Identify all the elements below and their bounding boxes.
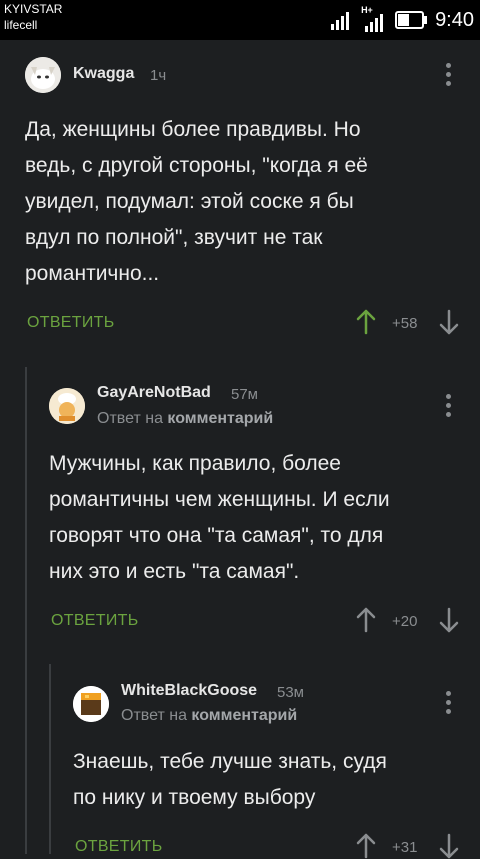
clock: 9:40 xyxy=(435,8,474,31)
block-avatar-icon xyxy=(73,686,109,722)
score: +20 xyxy=(392,613,418,630)
reply-to-line: Ответ на комментарий xyxy=(97,410,273,428)
body-line: говорят что она "та самая", то для xyxy=(49,524,384,547)
reply-button[interactable]: ОТВЕТИТЬ xyxy=(27,314,115,332)
comment-time: 53м xyxy=(277,684,304,701)
body-line: романтичны чем женщины. И если xyxy=(49,488,390,511)
reply-to-line: Ответ на комментарий xyxy=(121,707,297,725)
battery-icon xyxy=(395,11,428,29)
score: +31 xyxy=(392,839,418,856)
author-name[interactable]: GayAreNotBad xyxy=(97,384,211,402)
downvote-arrow-icon[interactable] xyxy=(438,607,460,633)
carrier-name-1: KYIVSTAR xyxy=(4,2,63,16)
reply-to-link[interactable]: комментарий xyxy=(191,707,297,724)
more-options-icon[interactable] xyxy=(446,691,452,715)
thread-line xyxy=(49,664,51,854)
upvote-arrow-icon[interactable] xyxy=(355,607,377,633)
upvote-arrow-icon[interactable] xyxy=(355,309,377,335)
upvote-arrow-icon[interactable] xyxy=(355,833,377,859)
carrier-name-2: lifecell xyxy=(4,18,38,32)
reply-to-prefix: Ответ на xyxy=(121,707,187,724)
signal-hplus-icon: H+ xyxy=(361,5,387,32)
body-line: романтично... xyxy=(25,262,160,285)
author-name[interactable]: WhiteBlackGoose xyxy=(121,682,257,700)
reply-to-prefix: Ответ на xyxy=(97,410,163,427)
author-name[interactable]: Kwagga xyxy=(73,65,134,83)
thread-line xyxy=(25,367,27,854)
cat-avatar-icon xyxy=(25,57,61,93)
avatar[interactable] xyxy=(25,57,61,93)
score: +58 xyxy=(392,315,418,332)
more-options-icon[interactable] xyxy=(446,394,452,418)
reply-button[interactable]: ОТВЕТИТЬ xyxy=(75,838,163,856)
comment-body: Да, женщины более правдивы. Но ведь, с д… xyxy=(25,112,465,292)
reply-button[interactable]: ОТВЕТИТЬ xyxy=(51,612,139,630)
body-line: по нику и твоему выбору xyxy=(73,786,316,809)
comment-body: Знаешь, тебе лучше знать, судя по нику и… xyxy=(73,744,473,816)
body-line: Мужчины, как правило, более xyxy=(49,452,341,475)
body-line: Да, женщины более правдивы. Но xyxy=(25,118,361,141)
body-line: ведь, с другой стороны, "когда я её xyxy=(25,154,368,177)
body-line: вдул по полной", звучит не так xyxy=(25,226,323,249)
signal-icon xyxy=(331,12,350,30)
body-line: увидел, подумал: этой соске я бы xyxy=(25,190,354,213)
body-line: них это и есть "та самая". xyxy=(49,560,300,583)
comment-body: Мужчины, как правило, более романтичны ч… xyxy=(49,446,469,590)
comment-time: 1ч xyxy=(150,67,167,84)
comment-time: 57м xyxy=(231,386,258,403)
downvote-arrow-icon[interactable] xyxy=(438,833,460,859)
body-line: Знаешь, тебе лучше знать, судя xyxy=(73,750,387,773)
more-options-icon[interactable] xyxy=(446,63,452,87)
downvote-arrow-icon[interactable] xyxy=(438,309,460,335)
status-bar: KYIVSTAR lifecell H+ 9:40 xyxy=(0,0,480,40)
reply-to-link[interactable]: комментарий xyxy=(167,410,273,427)
chef-avatar-icon xyxy=(49,388,85,424)
avatar[interactable] xyxy=(49,388,85,424)
avatar[interactable] xyxy=(73,686,109,722)
